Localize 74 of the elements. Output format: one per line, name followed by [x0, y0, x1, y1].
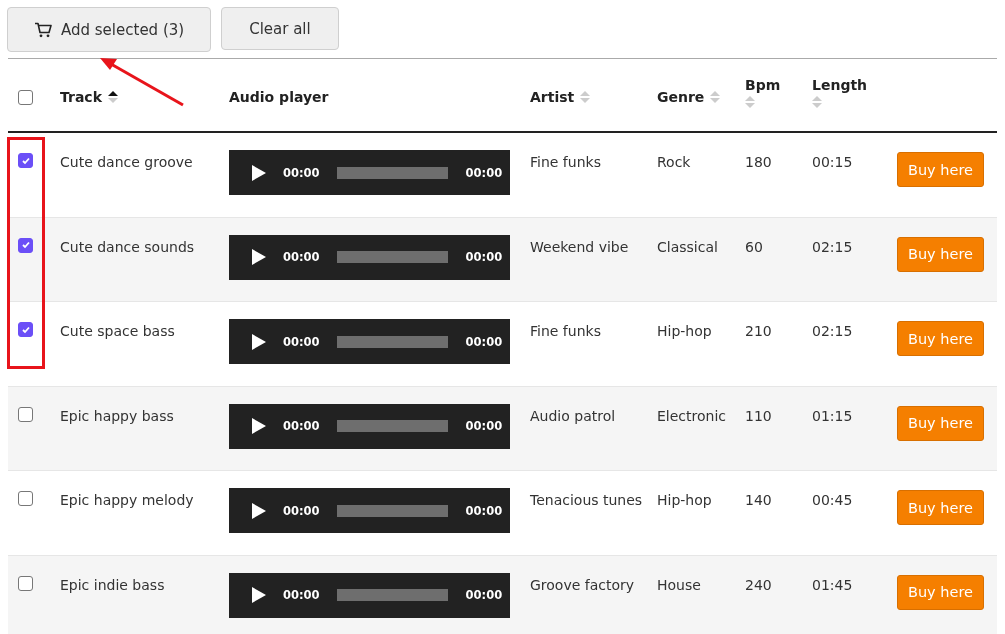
bpm-value: 60 — [745, 238, 763, 255]
select-all-checkbox[interactable] — [18, 89, 33, 105]
length-value: 01:15 — [812, 407, 853, 424]
column-header[interactable]: Genre — [657, 89, 705, 105]
elapsed-time: 00:00 — [283, 419, 320, 433]
row-checkbox[interactable] — [18, 406, 33, 422]
total-time: 00:00 — [465, 250, 503, 264]
column-header[interactable]: Bpm — [745, 77, 781, 93]
row-checkbox[interactable] — [18, 322, 33, 337]
elapsed-time: 00:00 — [283, 165, 320, 180]
length-value: 02:15 — [812, 238, 853, 255]
check-icon — [20, 155, 31, 166]
play-icon[interactable] — [251, 586, 267, 604]
length-value: 00:45 — [812, 492, 853, 508]
sort-icon[interactable] — [108, 90, 118, 104]
bpm-value: 210 — [745, 323, 772, 339]
progress-track[interactable] — [336, 335, 448, 348]
bpm-value: 240 — [745, 576, 772, 593]
progress-track[interactable] — [336, 251, 448, 263]
play-icon[interactable] — [251, 163, 267, 182]
toolbar-button[interactable]: Add selected (3) — [7, 7, 212, 52]
play-icon[interactable] — [251, 501, 267, 520]
length-value: 02:15 — [812, 323, 853, 339]
artist-name: Weekend vibe — [530, 238, 629, 255]
bpm-value: 180 — [745, 154, 772, 170]
column-header[interactable]: Length — [812, 77, 868, 93]
progress-track[interactable] — [336, 420, 448, 432]
row-checkbox[interactable] — [18, 153, 33, 168]
total-time: 00:00 — [465, 334, 503, 349]
genre-text: Classical — [657, 238, 718, 255]
play-icon[interactable] — [251, 417, 267, 435]
progress-track[interactable] — [336, 166, 448, 179]
artist-name: Fine funks — [530, 323, 601, 339]
genre-text: House — [657, 576, 701, 593]
genre-text: Rock — [657, 154, 691, 170]
track-name: Cute dance sounds — [60, 238, 195, 255]
cart-icon — [34, 21, 52, 38]
track-name: Epic happy bass — [60, 407, 174, 424]
length-value: 00:15 — [812, 154, 853, 170]
total-time: 00:00 — [465, 419, 503, 433]
elapsed-time: 00:00 — [283, 503, 320, 518]
genre-text: Hip-hop — [657, 323, 712, 339]
track-name: Epic happy melody — [60, 492, 194, 508]
column-header: Audio player — [229, 89, 329, 105]
artist-name: Groove factory — [530, 576, 635, 593]
genre-text: Hip-hop — [657, 492, 712, 508]
genre-text: Electronic — [657, 407, 726, 424]
check-icon — [20, 240, 31, 250]
play-icon[interactable] — [251, 332, 267, 351]
artist-name: Tenacious tunes — [530, 492, 643, 508]
column-header[interactable]: Track — [60, 89, 102, 105]
row-checkbox[interactable] — [18, 575, 33, 591]
progress-track[interactable] — [336, 589, 448, 601]
check-icon — [20, 324, 31, 335]
row-checkbox[interactable] — [18, 491, 33, 506]
track-name: Cute space bass — [60, 323, 175, 339]
artist-name: Fine funks — [530, 154, 601, 170]
bpm-value: 140 — [745, 492, 772, 508]
row-checkbox[interactable] — [18, 237, 33, 253]
elapsed-time: 00:00 — [283, 334, 320, 349]
total-time: 00:00 — [465, 588, 503, 602]
toolbar-button[interactable]: Clear all — [221, 7, 339, 50]
progress-track[interactable] — [336, 504, 448, 517]
artist-name: Audio patrol — [530, 407, 616, 424]
play-icon[interactable] — [251, 248, 267, 266]
elapsed-time: 00:00 — [283, 250, 320, 264]
total-time: 00:00 — [465, 165, 503, 180]
column-header[interactable]: Artist — [530, 89, 575, 105]
bpm-value: 110 — [745, 407, 772, 424]
elapsed-time: 00:00 — [283, 588, 320, 602]
total-time: 00:00 — [465, 503, 503, 518]
track-name: Epic indie bass — [60, 576, 165, 593]
track-name: Cute dance groove — [60, 154, 193, 170]
length-value: 01:45 — [812, 576, 853, 593]
